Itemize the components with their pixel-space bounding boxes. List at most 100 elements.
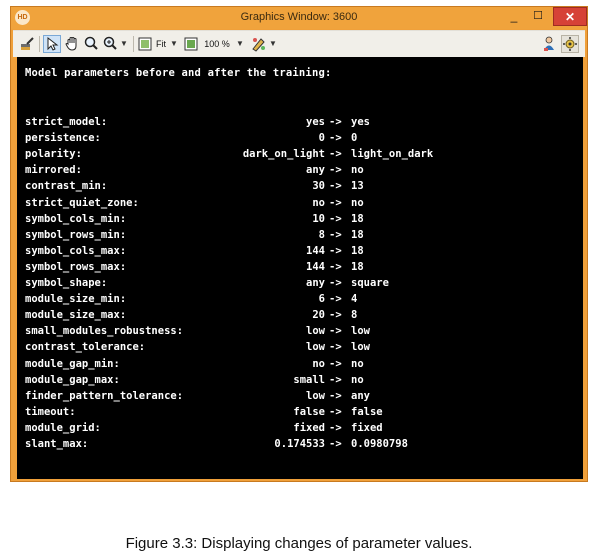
parameter-row: symbol_rows_min: 8 -> 18 (25, 229, 585, 244)
parameter-after-value: 0.0980798 (351, 438, 408, 450)
parameter-after-value: 18 (351, 228, 364, 241)
parameter-before-value: low (306, 325, 325, 338)
parameter-arrow: -> (329, 373, 342, 386)
toolbar-separator (133, 36, 134, 52)
zoom-icon[interactable] (102, 35, 118, 53)
parameter-after-value: 18 (351, 260, 364, 273)
parameter-arrow: -> (329, 405, 342, 418)
parameter-arrow: -> (329, 421, 342, 434)
hand-icon[interactable] (64, 35, 80, 53)
parameter-row: symbol_cols_max: 144 -> 18 (25, 245, 585, 260)
parameter-name: slant_max: (25, 438, 89, 450)
parameter-after-value: 8 (351, 309, 358, 322)
parameter-before-value: no (312, 196, 325, 209)
parameter-after-value: no (351, 357, 364, 370)
parameter-name: finder_pattern_tolerance: (25, 389, 184, 402)
magnifier-icon[interactable] (83, 35, 99, 53)
parameter-row: symbol_rows_max: 144 -> 18 (25, 261, 585, 276)
parameter-row: polarity: dark_on_light -> light_on_dark (25, 148, 585, 163)
parameter-row: finder_pattern_tolerance: low -> any (25, 390, 585, 405)
parameter-arrow: -> (329, 228, 342, 241)
parameter-after-value: false (351, 405, 383, 418)
parameter-name: symbol_cols_min: (25, 212, 127, 225)
parameter-row: slant_max: 0.174533 -> 0.0980798 (25, 438, 585, 453)
fit-icon[interactable] (137, 35, 153, 53)
parameter-row: strict_model: yes -> yes (25, 116, 585, 131)
zoom-percent-icon[interactable] (183, 35, 199, 53)
parameter-arrow: -> (329, 260, 342, 273)
parameter-name: symbol_cols_max: (25, 244, 127, 257)
parameter-after-value: low (351, 341, 370, 354)
close-button[interactable]: ✕ (553, 7, 587, 26)
parameter-after-value: no (351, 373, 364, 386)
parameter-row: small_modules_robustness: low -> low (25, 325, 585, 340)
parameter-before-value: yes (306, 116, 325, 128)
figure-caption: Figure 3.3: Displaying changes of parame… (125, 535, 473, 552)
minimize-button[interactable]: _ (503, 7, 525, 26)
parameter-name: module_size_max: (25, 309, 127, 322)
parameter-row: symbol_cols_min: 10 -> 18 (25, 213, 585, 228)
parameter-arrow: -> (329, 148, 342, 161)
parameter-name: module_gap_min: (25, 357, 120, 370)
graphics-window: HD Graphics Window: 3600 _ ☐ ✕ ▼ Fit ▼ 1… (10, 6, 588, 482)
parameter-before-value: 30 (312, 180, 325, 193)
parameter-arrow: -> (329, 212, 342, 225)
parameter-after-value: fixed (351, 421, 383, 434)
parameter-name: persistence: (25, 132, 101, 145)
parameter-after-value: 4 (351, 293, 358, 306)
parameter-arrow: -> (329, 196, 342, 209)
parameter-row: persistence: 0 -> 0 (25, 132, 585, 147)
parameter-after-value: 0 (351, 132, 358, 145)
parameter-row: contrast_tolerance: low -> low (25, 341, 585, 356)
parameter-row: module_size_max: 20 -> 8 (25, 309, 585, 324)
maximize-button[interactable]: ☐ (527, 7, 549, 26)
toolbar-separator (39, 36, 40, 52)
parameter-row: module_gap_min: no -> no (25, 358, 585, 373)
parameter-arrow: -> (329, 309, 342, 322)
parameter-name: symbol_rows_max: (25, 260, 127, 273)
person-icon[interactable] (541, 35, 557, 53)
parameter-arrow: -> (329, 293, 342, 306)
draw-icon[interactable] (251, 35, 267, 53)
parameter-before-value: 10 (312, 212, 325, 225)
zoom-percent-label[interactable]: 100 % (201, 35, 233, 53)
parameter-name: timeout: (25, 405, 76, 418)
parameter-row: symbol_shape: any -> square (25, 277, 585, 292)
parameter-name: contrast_min: (25, 180, 108, 193)
parameter-arrow: -> (329, 180, 342, 193)
zoom-percent-dropdown-caret[interactable]: ▼ (235, 35, 245, 53)
parameter-before-value: any (306, 277, 325, 289)
draw-dropdown-caret[interactable]: ▼ (268, 35, 278, 53)
title-bar[interactable]: HD Graphics Window: 3600 _ ☐ ✕ (11, 7, 587, 29)
parameter-before-value: 144 (306, 244, 325, 257)
pointer-icon[interactable] (43, 35, 61, 53)
parameter-row: mirrored: any -> no (25, 164, 585, 179)
parameter-before-value: false (293, 405, 325, 418)
parameter-arrow: -> (329, 341, 342, 354)
parameter-name: symbol_rows_min: (25, 228, 127, 241)
parameter-name: strict_quiet_zone: (25, 196, 139, 209)
parameter-before-value: dark_on_light (242, 148, 325, 161)
parameter-before-value: 0 (318, 132, 325, 145)
parameter-before-value: 6 (318, 293, 325, 306)
parameter-after-value: no (351, 164, 364, 177)
parameter-before-value: no (312, 357, 325, 370)
parameter-after-value: 18 (351, 244, 364, 257)
parameter-arrow: -> (329, 164, 342, 177)
paint-brush-icon[interactable] (19, 35, 35, 53)
zoom-dropdown-caret[interactable]: ▼ (119, 35, 129, 53)
parameter-name: mirrored: (25, 164, 82, 177)
fit-dropdown-caret[interactable]: ▼ (169, 35, 179, 53)
parameter-before-value: fixed (293, 421, 325, 434)
parameter-after-value: low (351, 325, 370, 338)
parameter-name: module_size_min: (25, 293, 127, 306)
parameter-name: contrast_tolerance: (25, 341, 146, 354)
parameter-arrow: -> (329, 357, 342, 370)
console-output: Model parameters before and after the tr… (17, 57, 583, 479)
parameter-row: strict_quiet_zone: no -> no (25, 197, 585, 212)
parameter-before-value: 20 (312, 309, 325, 322)
settings-icon[interactable] (561, 35, 579, 53)
parameter-after-value: square (351, 277, 389, 289)
fit-label[interactable]: Fit (154, 35, 168, 53)
console-header: Model parameters before and after the tr… (25, 67, 332, 79)
